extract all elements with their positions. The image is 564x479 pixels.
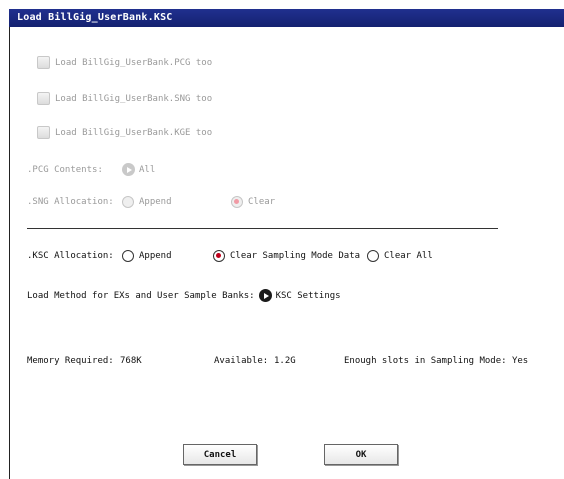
memory-available-label: Available: (214, 356, 269, 366)
sng-allocation-label: .SNG Allocation: (27, 197, 114, 207)
section-divider (27, 228, 498, 229)
pcg-contents-value[interactable]: All (139, 165, 155, 175)
sng-clear-label: Clear (248, 197, 276, 207)
sng-append-option[interactable]: Append (122, 196, 231, 208)
load-kge-label: Load BillGig_UserBank.KGE too (55, 127, 213, 138)
ksc-append-label: Append (139, 251, 172, 261)
load-kge-checkbox[interactable] (37, 126, 50, 139)
sampling-slots-text: Enough slots in Sampling Mode: Yes (344, 356, 529, 366)
load-sng-label: Load BillGig_UserBank.SNG too (55, 93, 213, 104)
pcg-contents-label: .PCG Contents: (27, 164, 103, 175)
ksc-clear-sampling-radio[interactable] (213, 250, 225, 262)
dialog-title: Load BillGig_UserBank.KSC (9, 9, 564, 27)
memory-required-row: Memory Required: 768K (27, 356, 142, 366)
sng-allocation-row: .SNG Allocation: Append Clear (27, 196, 275, 208)
ok-button[interactable]: OK (324, 444, 398, 465)
load-pcg-checkbox[interactable] (37, 56, 50, 69)
load-kge-option[interactable]: Load BillGig_UserBank.KGE too (37, 126, 212, 139)
load-method-row: Load Method for EXs and User Sample Bank… (27, 289, 341, 302)
load-method-value[interactable]: KSC Settings (276, 291, 341, 301)
load-sng-checkbox[interactable] (37, 92, 50, 105)
ksc-allocation-row: .KSC Allocation: Append Clear Sampling M… (27, 250, 433, 262)
cancel-button[interactable]: Cancel (183, 444, 257, 465)
ksc-allocation-label: .KSC Allocation: (27, 251, 114, 261)
ksc-clear-all-label: Clear All (384, 251, 433, 261)
ksc-clear-all-option[interactable]: Clear All (367, 250, 433, 262)
memory-available-row: Available: 1.2G (214, 356, 296, 366)
load-pcg-option[interactable]: Load BillGig_UserBank.PCG too (37, 56, 212, 69)
sampling-slots-status: Enough slots in Sampling Mode: Yes (344, 356, 528, 366)
dialog-frame (9, 27, 10, 479)
ksc-clear-all-radio[interactable] (367, 250, 379, 262)
ksc-clear-sampling-label: Clear Sampling Mode Data (230, 251, 361, 261)
ksc-append-option[interactable]: Append (122, 250, 213, 262)
sng-append-label: Append (139, 197, 172, 207)
load-sng-option[interactable]: Load BillGig_UserBank.SNG too (37, 92, 212, 105)
sng-clear-radio[interactable] (231, 196, 243, 208)
pcg-contents-arrow-icon[interactable] (122, 163, 135, 176)
sng-append-radio[interactable] (122, 196, 134, 208)
memory-required-label: Memory Required: (27, 356, 114, 366)
load-pcg-label: Load BillGig_UserBank.PCG too (55, 57, 213, 68)
ksc-clear-sampling-option[interactable]: Clear Sampling Mode Data (213, 250, 367, 262)
memory-available-value: 1.2G (274, 356, 296, 366)
pcg-contents-row: .PCG Contents: All (27, 163, 155, 176)
load-method-label: Load Method for EXs and User Sample Bank… (27, 290, 255, 301)
sng-clear-option[interactable]: Clear (231, 196, 275, 208)
ksc-append-radio[interactable] (122, 250, 134, 262)
memory-required-value: 768K (120, 356, 142, 366)
load-method-arrow-icon[interactable] (258, 289, 272, 302)
